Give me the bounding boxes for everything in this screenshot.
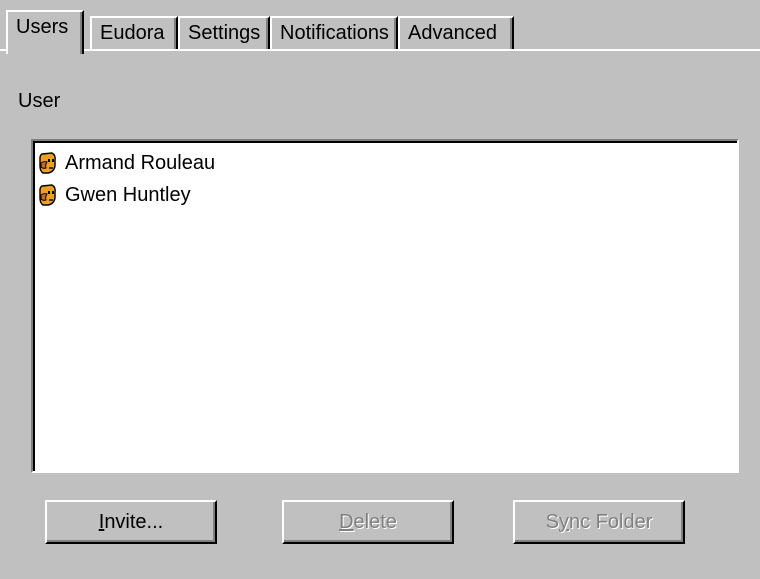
user-group-label: User	[18, 90, 61, 112]
sync-folder-mnemonic: y	[558, 510, 569, 533]
tab-settings[interactable]: Settings	[178, 16, 270, 50]
tab-label: Notifications	[280, 22, 389, 44]
delete-mnemonic: D	[339, 510, 354, 533]
delete-button[interactable]: Delete	[282, 500, 454, 544]
user-face-icon	[39, 184, 56, 206]
sync-folder-label-start: S	[545, 510, 559, 533]
user-name: Gwen Huntley	[65, 183, 191, 206]
tab-label: Advanced	[408, 22, 497, 44]
invite-label: nvite...	[104, 510, 164, 533]
tab-eudora[interactable]: Eudora	[90, 16, 178, 50]
list-item[interactable]: Armand Rouleau	[39, 147, 737, 179]
sync-folder-button[interactable]: Sy nc Folder	[513, 500, 685, 544]
user-list[interactable]: Armand Rouleau Gwen Huntley	[31, 139, 739, 473]
tab-advanced[interactable]: Advanced	[398, 16, 514, 50]
tab-label: Eudora	[100, 22, 165, 44]
delete-label: elete	[353, 510, 397, 533]
list-item[interactable]: Gwen Huntley	[39, 179, 737, 211]
user-face-icon	[39, 152, 56, 174]
tab-notifications[interactable]: Notifications	[270, 16, 398, 50]
tab-label: Settings	[188, 22, 261, 44]
user-name: Armand Rouleau	[65, 151, 216, 174]
tab-strip: Users Eudora Settings Notifications Adva…	[0, 10, 760, 54]
tab-users[interactable]: Users	[6, 10, 84, 54]
tab-label: Users	[16, 16, 69, 38]
sync-folder-label: nc Folder	[568, 510, 653, 533]
invite-button[interactable]: Invite...	[45, 500, 217, 544]
